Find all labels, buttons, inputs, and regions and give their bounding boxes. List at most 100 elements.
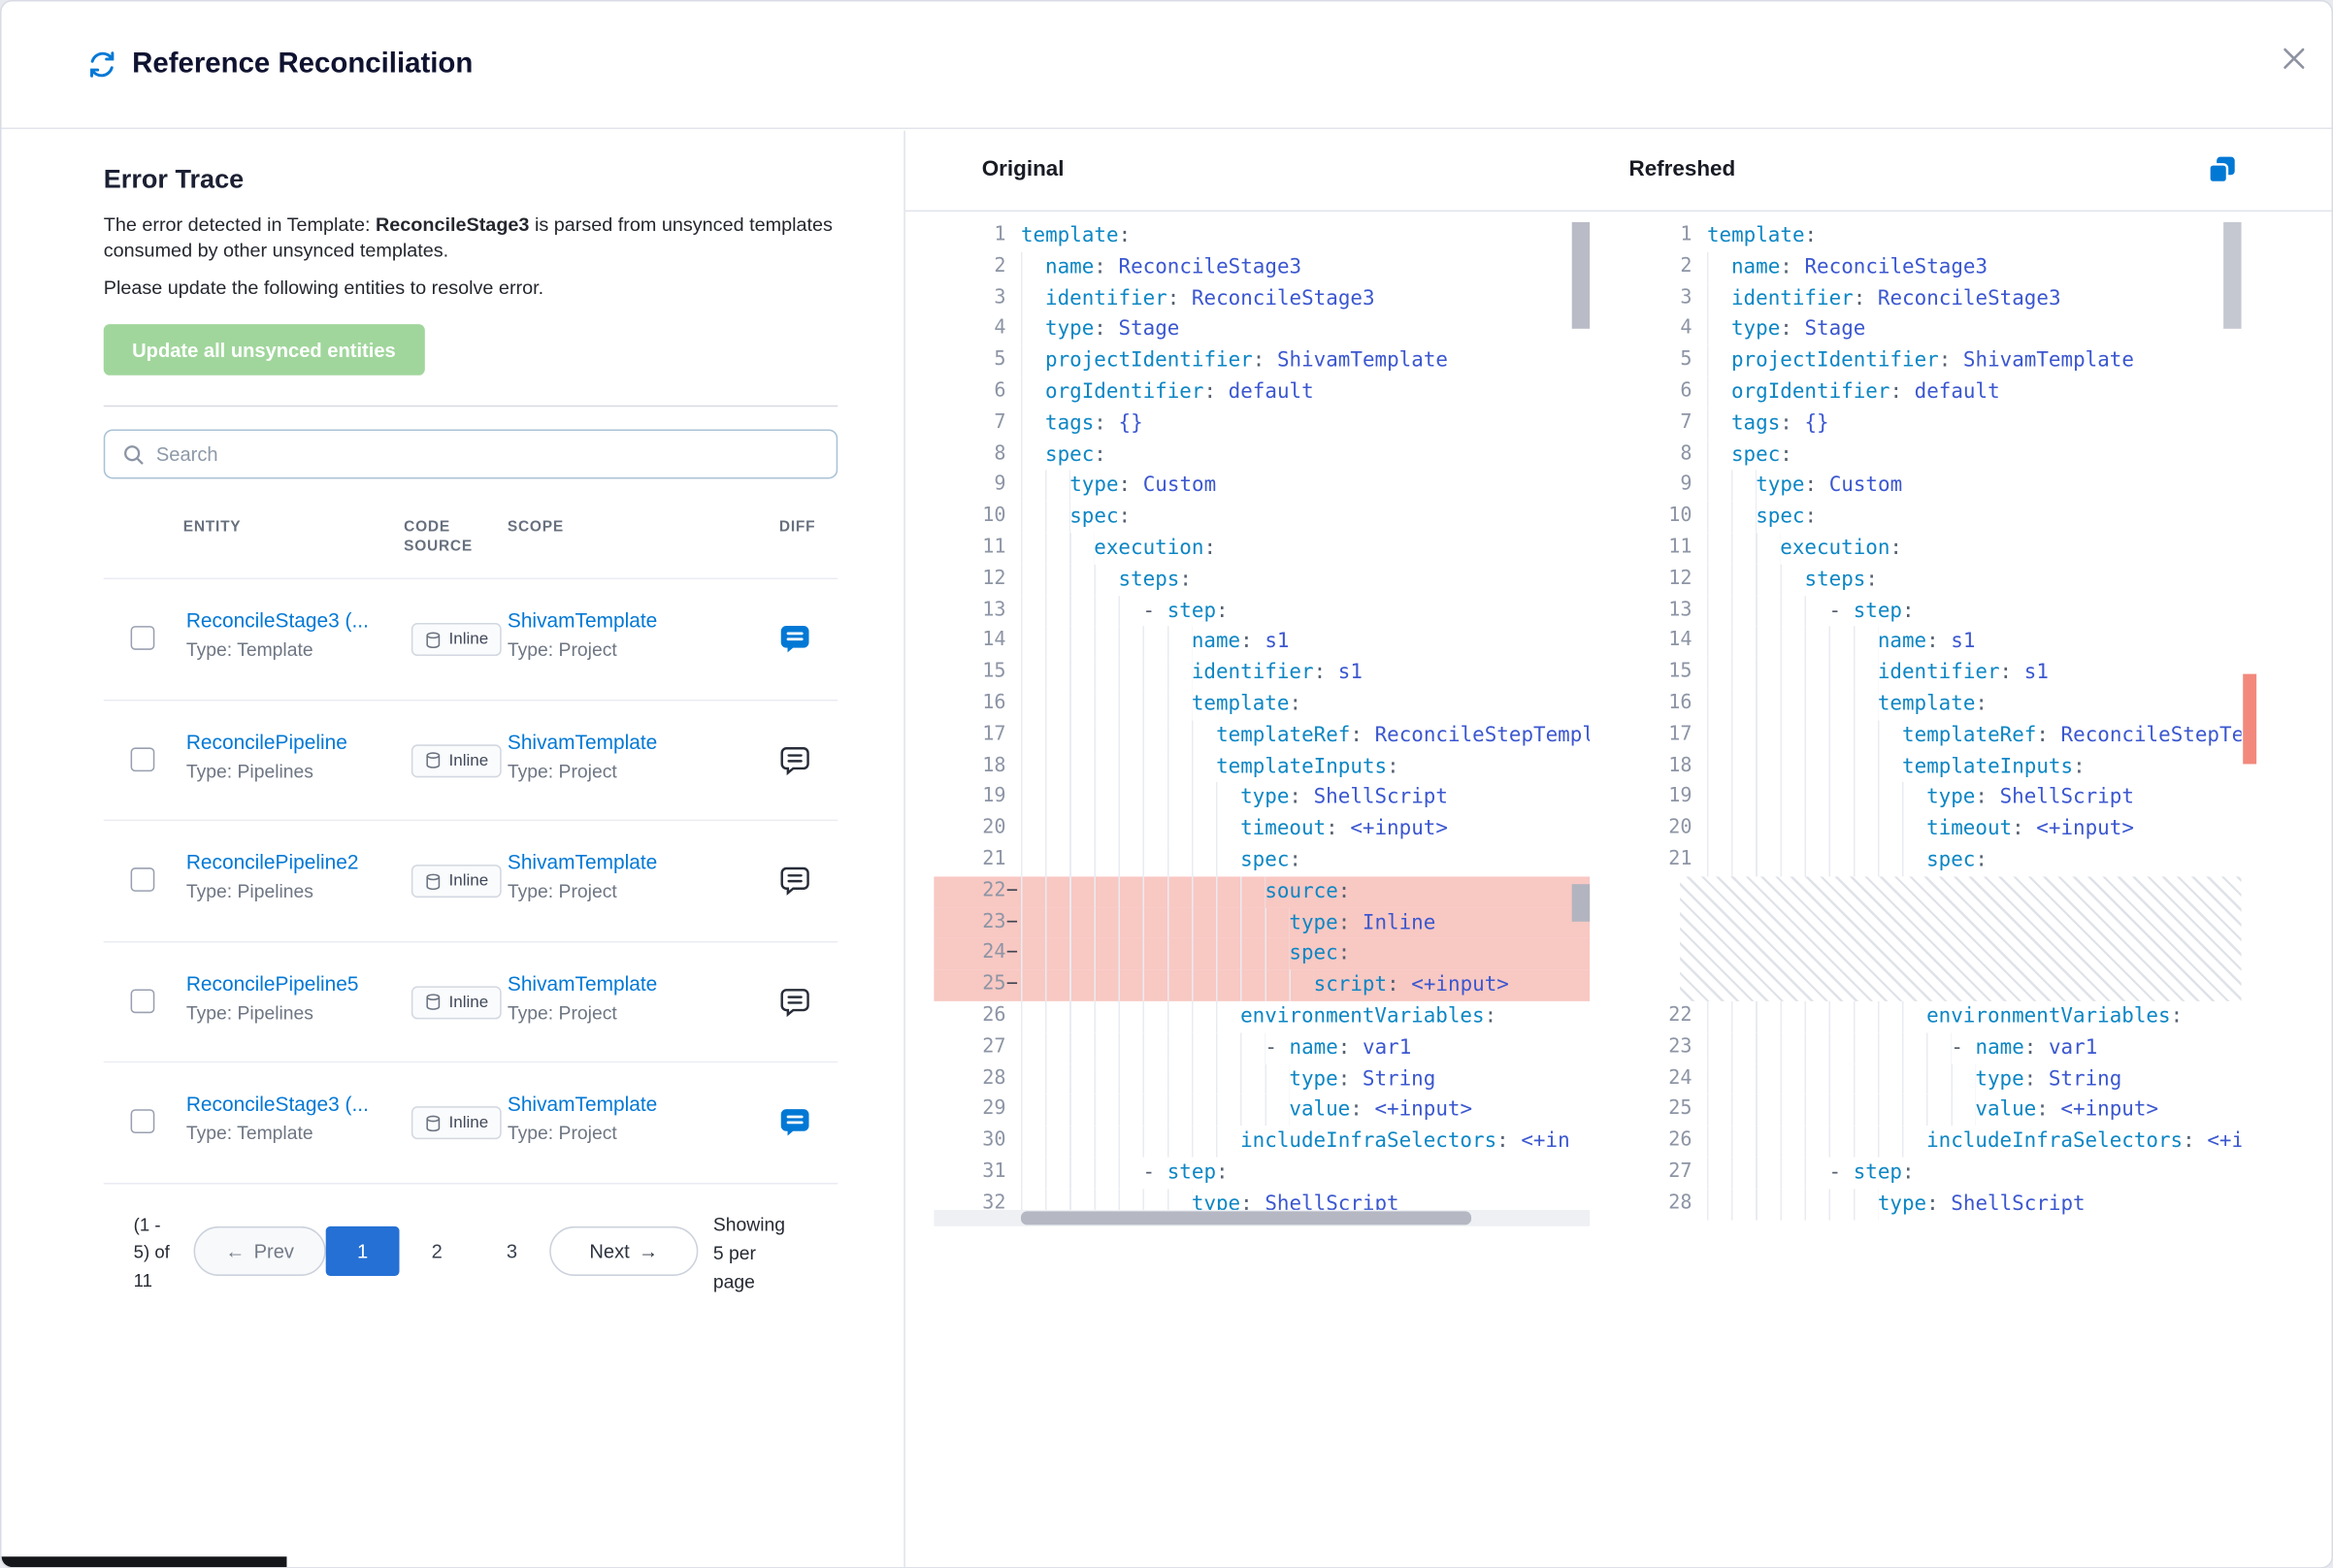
line-number: 17 — [934, 720, 1021, 751]
copy-button[interactable] — [2206, 153, 2239, 186]
modal-header: Reference Reconciliation — [2, 2, 2332, 129]
refreshed-code-editor[interactable]: 1template:2name: ReconcileStage33identif… — [1620, 220, 2241, 1225]
entity-link[interactable]: ReconcilePipeline — [186, 731, 409, 753]
line-number: 18 — [1620, 751, 1707, 782]
error-trace-description: The error detected in Template: Reconcil… — [104, 213, 838, 263]
line-number: 26 — [934, 1001, 1021, 1032]
column-header-diff: DIFF — [779, 518, 815, 538]
line-number: 21 — [934, 845, 1021, 876]
code-line-30: 30includeInfraSelectors: <+in — [934, 1126, 1590, 1157]
original-horizontal-scrollbar-thumb[interactable] — [1021, 1211, 1471, 1225]
line-number: 24− — [934, 938, 1021, 969]
entity-link[interactable]: ReconcileStage3 (... — [186, 609, 409, 632]
refreshed-vertical-scrollbar-thumb[interactable] — [2223, 222, 2242, 329]
code-source-badge: Inline — [411, 623, 502, 656]
scope-link[interactable]: ShivamTemplate — [508, 972, 740, 995]
code-source-badge: Inline — [411, 986, 502, 1019]
search-box — [104, 429, 838, 478]
close-icon[interactable] — [2281, 45, 2308, 72]
code-line-24: 24−spec: — [934, 938, 1590, 969]
code-line-8: 8spec: — [934, 440, 1590, 471]
code-line-22: 22environmentVariables: — [1620, 1001, 2241, 1032]
code-line-27: 27- name: var1 — [934, 1032, 1590, 1063]
page-button-3[interactable]: 3 — [475, 1225, 549, 1275]
code-line-13: 13- step: — [1620, 595, 2241, 626]
line-number: 11 — [934, 533, 1021, 564]
page-button-1[interactable]: 1 — [326, 1225, 400, 1275]
row-checkbox[interactable] — [131, 989, 155, 1013]
row-checkbox[interactable] — [131, 747, 155, 771]
line-number: 12 — [1620, 564, 1707, 595]
code-source-badge: Inline — [411, 1106, 502, 1139]
scope-type: Type: Project — [508, 639, 740, 661]
line-number: 8 — [1620, 440, 1707, 471]
code-line-22: 22−source: — [934, 876, 1590, 907]
line-number: 25− — [934, 970, 1021, 1001]
code-line-17: 17templateRef: ReconcileStepTempl — [934, 720, 1590, 751]
prev-page-button[interactable]: ←Prev — [194, 1225, 326, 1275]
page-button-2[interactable]: 2 — [400, 1225, 475, 1275]
code-line-26: 26includeInfraSelectors: <+in — [1620, 1126, 2241, 1157]
entity-type: Type: Pipelines — [186, 761, 409, 782]
entity-cell: ReconcileStage3 (... Type: Template — [186, 609, 409, 661]
line-number: 27 — [934, 1032, 1021, 1063]
code-line-9: 9type: Custom — [1620, 471, 2241, 502]
scope-type: Type: Project — [508, 761, 740, 782]
copy-icon — [2206, 153, 2239, 186]
line-number: 5 — [1620, 345, 1707, 376]
next-page-button[interactable]: Next → — [549, 1225, 698, 1275]
update-all-unsynced-entities-button[interactable]: Update all unsynced entities — [104, 324, 424, 376]
diff-note-icon — [777, 742, 812, 777]
code-line-1: 1template: — [1620, 220, 2241, 251]
original-panel-title: Original — [982, 157, 1065, 181]
diff-note-icon — [777, 621, 812, 656]
diff-icon-button[interactable] — [776, 864, 812, 899]
code-line-28: 28type: ShellScript — [1620, 1189, 2241, 1220]
row-checkbox[interactable] — [131, 1109, 155, 1133]
line-number: 2 — [1620, 252, 1707, 283]
entity-link[interactable]: ReconcilePipeline2 — [186, 851, 409, 873]
line-number: 15 — [934, 658, 1021, 689]
scope-link[interactable]: ShivamTemplate — [508, 851, 740, 873]
row-checkbox[interactable] — [131, 867, 155, 892]
line-number: 13 — [1620, 595, 1707, 626]
code-line-3: 3identifier: ReconcileStage3 — [1620, 283, 2241, 314]
diff-icon-button[interactable] — [776, 984, 812, 1020]
entity-link[interactable]: ReconcilePipeline5 — [186, 972, 409, 995]
line-number: 4 — [934, 314, 1021, 345]
next-label: Next — [589, 1239, 629, 1261]
code-line-5: 5projectIdentifier: ShivamTemplate — [1620, 345, 2241, 376]
code-line-21: 21spec: — [934, 845, 1590, 876]
diff-icon-button[interactable] — [776, 742, 812, 778]
line-number: 3 — [1620, 283, 1707, 314]
line-number: 17 — [1620, 720, 1707, 751]
entity-cell: ReconcilePipeline5 Type: Pipelines — [186, 972, 409, 1024]
table-row-5: ReconcileStage3 (... Type: Template Inli… — [104, 1062, 838, 1184]
arrow-right-icon: → — [639, 1239, 658, 1261]
search-input[interactable] — [104, 429, 838, 478]
code-line-7: 7tags: {} — [1620, 408, 2241, 439]
code-line-12: 12steps: — [934, 564, 1590, 595]
scope-cell: ShivamTemplate Type: Project — [508, 731, 740, 782]
code-line-26: 26environmentVariables: — [934, 1001, 1590, 1032]
code-line-29: 29value: <+input> — [934, 1094, 1590, 1126]
row-checkbox[interactable] — [131, 626, 155, 650]
code-line-10: 10spec: — [934, 502, 1590, 533]
entity-table-body: ReconcileStage3 (... Type: Template Inli… — [104, 578, 838, 1184]
diff-note-icon — [777, 984, 812, 1019]
modal-viewport: Reference Reconciliation Error Trace The… — [0, 0, 2333, 1568]
original-horizontal-scrollbar[interactable] — [934, 1210, 1590, 1226]
diff-icon-button[interactable] — [776, 621, 812, 657]
scope-cell: ShivamTemplate Type: Project — [508, 972, 740, 1024]
original-code-editor[interactable]: 1template:2name: ReconcileStage33identif… — [934, 220, 1590, 1225]
entity-link[interactable]: ReconcileStage3 (... — [186, 1093, 409, 1115]
scope-link[interactable]: ShivamTemplate — [508, 731, 740, 753]
page-buttons: 123 — [326, 1208, 550, 1276]
original-scroll-decoration — [1572, 884, 1591, 922]
original-vertical-scrollbar-thumb[interactable] — [1572, 222, 1591, 329]
entity-type: Type: Pipelines — [186, 881, 409, 902]
diff-icon-button[interactable] — [776, 1105, 812, 1141]
scope-link[interactable]: ShivamTemplate — [508, 609, 740, 632]
line-number: 7 — [1620, 408, 1707, 439]
scope-link[interactable]: ShivamTemplate — [508, 1093, 740, 1115]
